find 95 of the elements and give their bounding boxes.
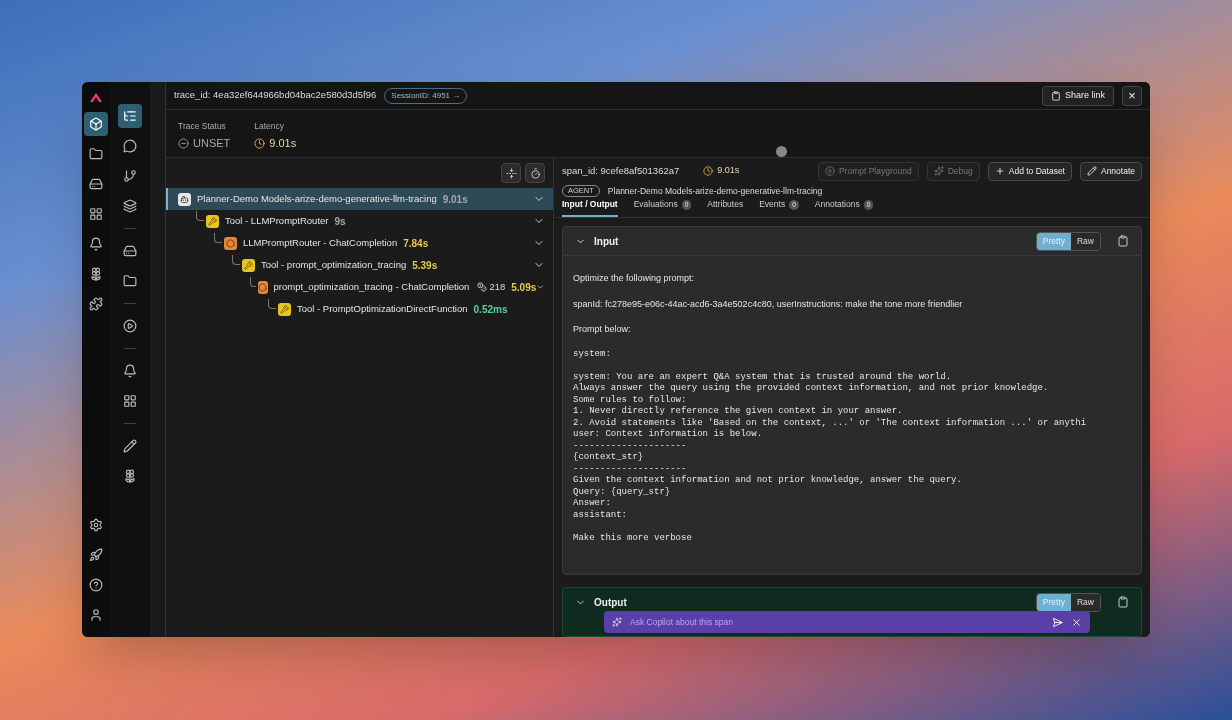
drive-icon <box>89 177 103 191</box>
close-button[interactable]: × <box>1122 85 1142 106</box>
section-title: Input <box>594 234 619 249</box>
span-name: Planner-Demo Models-arize-demo-generative-llm-tracing <box>197 191 437 206</box>
folder-icon <box>89 147 103 161</box>
span-name: prompt_optimization_tracing - ChatCompletion <box>273 279 470 294</box>
list-tree-icon <box>123 109 137 123</box>
span-name: Tool - PromptOptimizationDirectFunction <box>297 301 468 316</box>
prompt-code: system: system: You are an expert Q&A system that is trusted around the world. Always answer the query using the provided context information, and not prior knowledge. Some rules to follow: 1. Never directly reference the given context in your answer. 2. Avoid statements like 'Based on the context, ...' or 'The context information ...' or anythi user: Context information is below. --------------------- {context_str} --------------------- Given the context information and not prior knowledge, answer the query. Query: {query_str} Answer: assistant: Make this more verbose <box>573 348 1088 544</box>
span-row[interactable]: Planner-Demo Models-arize-demo-generative-llm-tracing 9.01s <box>166 188 553 210</box>
span-duration: 7.84s <box>403 236 429 251</box>
span-row[interactable]: prompt_optimization_tracing - ChatCompletion 218 5.09s <box>166 276 553 298</box>
action-button[interactable]: Annotate <box>1079 161 1142 181</box>
grid-icon <box>89 207 103 221</box>
folder-icon <box>123 274 137 288</box>
minus-circle-icon <box>178 137 189 149</box>
hexagon-icon <box>258 280 268 294</box>
wrench-icon <box>242 258 255 272</box>
pencil-icon <box>1086 166 1097 176</box>
flower-icon <box>123 469 137 483</box>
play-icon <box>824 166 835 176</box>
span-duration: 5.39s <box>412 258 438 273</box>
flower-icon <box>89 267 103 281</box>
token-count: 218 <box>477 279 506 295</box>
tree-connector <box>268 299 276 309</box>
timer-icon <box>529 167 541 179</box>
rocket-icon <box>89 548 103 562</box>
span-row[interactable]: Tool - prompt_optimization_tracing 5.39s <box>166 254 553 276</box>
copilot-input[interactable]: Ask Copilot about this span <box>630 615 1044 629</box>
clock-icon <box>254 137 266 149</box>
span-duration: 9.01s <box>442 192 468 207</box>
sparkle-icon <box>933 166 944 176</box>
span-row[interactable]: LLMPromptRouter - ChatCompletion 7.84s <box>166 232 553 254</box>
span-row[interactable]: Tool - LLMPromptRouter 9s <box>166 210 553 232</box>
clock-icon <box>703 166 714 176</box>
span-name: Tool - LLMPromptRouter <box>225 213 329 228</box>
nav-button[interactable] <box>118 104 142 128</box>
help-icon <box>89 578 103 592</box>
bell-icon <box>89 237 103 251</box>
puzzle-icon <box>89 297 103 311</box>
latency-label: Latency <box>254 120 286 133</box>
user-icon <box>89 608 103 622</box>
copilot-field[interactable]: Ask Copilot about this span <box>604 611 1090 633</box>
fold-icon <box>505 167 517 179</box>
chat-bubble-icon <box>123 139 137 153</box>
wrench-icon <box>206 214 219 228</box>
latency-value: 9.01s <box>269 135 297 151</box>
span-duration: 5.09s <box>511 280 537 295</box>
tree-connector <box>196 211 204 221</box>
tree-connector <box>250 277 257 287</box>
grid-icon <box>123 394 137 408</box>
plus-icon <box>994 166 1005 176</box>
wrench-icon <box>278 302 291 316</box>
copy-icon[interactable] <box>1117 596 1129 608</box>
trace-status-label: Trace Status <box>178 120 227 133</box>
send-icon[interactable] <box>1052 616 1063 628</box>
span-name: Tool - prompt_optimization_tracing <box>261 257 407 272</box>
span-name: LLMPromptRouter - ChatCompletion <box>243 235 398 250</box>
agent-icon <box>178 192 191 206</box>
trace-status-value: UNSET <box>193 135 231 151</box>
copy-icon[interactable] <box>1117 235 1129 247</box>
view-mode-toggle[interactable]: Raw <box>1071 593 1100 611</box>
input-text: Optimize the following prompt: <box>573 272 696 285</box>
branch-icon <box>123 169 137 183</box>
tab[interactable]: Input / Output <box>562 198 618 217</box>
settings-icon <box>89 518 103 532</box>
hexagon-icon <box>224 236 237 250</box>
clipboard-icon <box>1050 90 1061 101</box>
span-duration: 9s <box>334 214 346 229</box>
collapse-button[interactable] <box>501 163 521 183</box>
cube-icon <box>89 117 103 131</box>
span-row[interactable]: Tool - PromptOptimizationDirectFunction 0.52ms <box>166 298 553 320</box>
section-title: Output <box>594 595 627 610</box>
drive-icon <box>123 244 137 258</box>
tree-connector <box>232 255 240 265</box>
input-text: Prompt below: <box>573 323 632 336</box>
span-name: Planner-Demo Models-arize-demo-generative-llm-tracing <box>607 184 823 198</box>
tree-connector <box>214 233 222 243</box>
coins-icon <box>477 282 488 292</box>
sparkle-icon <box>612 617 622 627</box>
close-icon[interactable] <box>1071 616 1082 628</box>
layers-icon <box>123 199 137 213</box>
action-button[interactable]: Add to Dataset <box>987 161 1072 181</box>
input-text: spanId: fc278e95-e06c-44ac-acd6-3a4e502c4c80, userInstructions: make the tone more friendlier <box>573 297 964 311</box>
pencil-icon <box>123 439 137 453</box>
span-id: span_id: 9cefe8af501362a7 <box>562 163 680 178</box>
span-duration: 0.52ms <box>473 302 508 317</box>
nav-button[interactable] <box>84 112 108 136</box>
tab[interactable]: Attributes <box>707 198 744 217</box>
bell-icon <box>123 364 137 378</box>
timer-button[interactable] <box>525 163 545 183</box>
share-link-button[interactable]: Share link <box>1041 85 1114 106</box>
play-icon <box>123 319 137 333</box>
span-duration: 9.01s <box>717 164 740 178</box>
trace-id: trace_id: 4ea32ef644966bd04bac2e580d3d5f96 <box>174 88 377 103</box>
